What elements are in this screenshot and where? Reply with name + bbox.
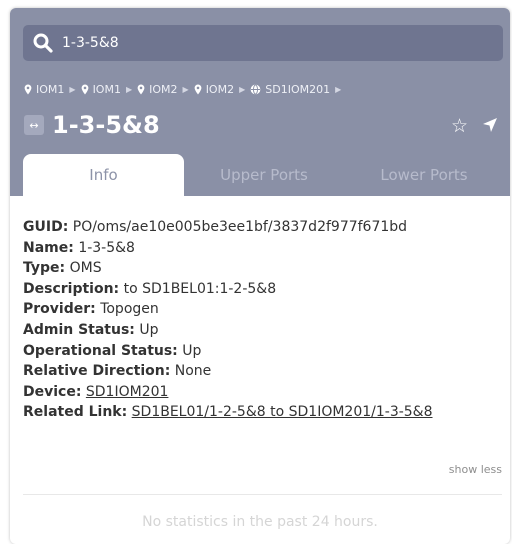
detail-row-name: Name: 1-3-5&8 <box>23 238 510 259</box>
chevron-right-icon: ▶ <box>182 84 189 94</box>
device-link[interactable]: SD1IOM201 <box>86 384 169 400</box>
chevron-right-icon: ▶ <box>69 84 76 94</box>
title-row: ↔ 1-3-5&8 ☆ <box>24 108 498 142</box>
breadcrumb-label: IOM1 <box>36 82 65 96</box>
related-link[interactable]: SD1BEL01/1-2-5&8 to SD1IOM201/1-3-5&8 <box>132 404 433 420</box>
detail-label: Related Link: <box>23 404 128 421</box>
detail-label: Description: <box>23 280 120 297</box>
tab-lower-ports[interactable]: Lower Ports <box>344 154 504 196</box>
breadcrumb-item[interactable]: IOM2 <box>137 82 178 96</box>
detail-row-operational-status: Operational Status: Up <box>23 341 510 362</box>
detail-row-relative-direction: Relative Direction: None <box>23 361 510 382</box>
detail-label: Operational Status: <box>23 342 178 359</box>
detail-row-related-link: Related Link: SD1BEL01/1-2-5&8 to SD1IOM… <box>23 402 510 423</box>
tab-upper-ports[interactable]: Upper Ports <box>184 154 344 196</box>
breadcrumb-label: IOM2 <box>205 82 235 96</box>
detail-label: Name: <box>23 239 74 256</box>
detail-label: Admin Status: <box>23 321 135 338</box>
divider <box>23 494 502 495</box>
detail-row-description: Description: to SD1BEL01:1-2-5&8 <box>23 279 510 300</box>
page-title: 1-3-5&8 <box>52 111 160 139</box>
breadcrumb-item[interactable]: IOM1 <box>24 83 64 96</box>
panel-header: IOM1 ▶ IOM1 ▶ IOM2 ▶ IOM2 ▶ SD1IOM201 ▶ <box>10 8 510 196</box>
map-pin-icon <box>137 84 145 94</box>
breadcrumb-item[interactable]: IOM2 <box>194 83 234 96</box>
breadcrumb-label: SD1IOM201 <box>265 82 331 96</box>
detail-value: 1-3-5&8 <box>78 239 135 256</box>
show-less-link[interactable]: show less <box>449 463 502 476</box>
tab-info[interactable]: Info <box>23 154 184 196</box>
breadcrumb: IOM1 ▶ IOM1 ▶ IOM2 ▶ IOM2 ▶ SD1IOM201 ▶ <box>24 80 346 98</box>
breadcrumb-label: IOM2 <box>149 82 178 96</box>
detail-value: Topogen <box>100 301 159 318</box>
details-list: GUID: PO/oms/ae10e005be3ee1bf/3837d2f977… <box>10 196 510 423</box>
detail-value: Up <box>139 321 159 338</box>
chevron-right-icon: ▶ <box>239 84 246 94</box>
map-pin-icon <box>81 84 88 94</box>
detail-label: Provider: <box>23 301 96 318</box>
map-pin-icon <box>194 84 202 94</box>
breadcrumb-item[interactable]: IOM1 <box>81 83 121 96</box>
detail-label: Type: <box>23 260 66 277</box>
breadcrumb-item[interactable]: SD1IOM201 <box>250 83 330 96</box>
bidirectional-arrow-icon: ↔ <box>24 115 44 135</box>
breadcrumb-label: IOM1 <box>92 82 121 96</box>
detail-value: Up <box>182 342 202 359</box>
detail-label: GUID: <box>23 219 69 235</box>
detail-value: None <box>174 363 212 380</box>
star-icon[interactable]: ☆ <box>451 115 468 137</box>
locate-arrow-icon[interactable] <box>482 117 498 133</box>
entity-info-panel: IOM1 ▶ IOM1 ▶ IOM2 ▶ IOM2 ▶ SD1IOM201 ▶ <box>10 8 510 544</box>
detail-label: Relative Direction: <box>23 363 171 380</box>
tab-bar: Info Upper Ports Lower Ports <box>10 154 510 196</box>
detail-row-guid: GUID: PO/oms/ae10e005be3ee1bf/3837d2f977… <box>23 217 510 238</box>
chevron-right-icon: ▶ <box>335 84 342 94</box>
chevron-right-icon: ▶ <box>125 84 133 94</box>
search-input[interactable] <box>60 34 484 52</box>
detail-value: to SD1BEL01:1-2-5&8 <box>123 280 277 297</box>
map-pin-icon <box>24 84 32 94</box>
detail-label: Device: <box>23 383 82 400</box>
statistics-empty-message: No statistics in the past 24 hours. <box>142 514 378 530</box>
detail-row-device: Device: SD1IOM201 <box>23 382 510 403</box>
globe-icon <box>250 83 261 95</box>
search-icon[interactable] <box>32 32 54 54</box>
search-bar[interactable] <box>23 25 503 61</box>
detail-row-provider: Provider: Topogen <box>23 299 510 320</box>
detail-row-admin-status: Admin Status: Up <box>23 320 510 341</box>
detail-row-type: Type: OMS <box>23 258 510 279</box>
detail-value: OMS <box>69 260 102 277</box>
detail-value: PO/oms/ae10e005be3ee1bf/3837d2f977f671bd <box>72 219 408 235</box>
